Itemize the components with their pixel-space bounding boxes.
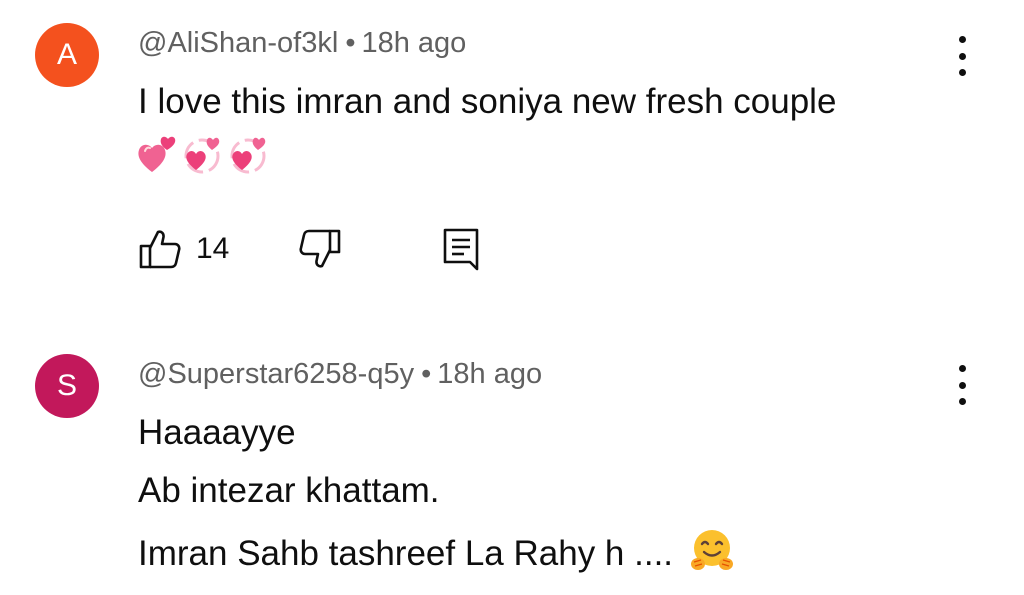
reply-button[interactable] [440, 224, 484, 274]
comment-item: S @Superstar6258-q5y • 18h ago Haaaayye Ab… [0, 335, 1024, 595]
comment-text-line: Ab intezar khattam. [138, 471, 440, 510]
revolving-hearts-emoji [230, 137, 266, 174]
avatar[interactable]: S [35, 354, 99, 418]
comment-author-handle[interactable]: @Superstar6258-q5y [138, 358, 414, 390]
two-hearts-emoji [138, 136, 176, 172]
like-button[interactable]: 14 [138, 224, 229, 274]
comment-menu-button[interactable] [952, 365, 972, 405]
thumbs-up-icon [139, 230, 181, 269]
comment-text-line: Haaaayye [138, 413, 296, 452]
comment-text-line: I love this imran and soniya new fresh c… [138, 82, 837, 121]
like-count: 14 [196, 232, 230, 265]
comment-meta: @AliShan-of3kl • 18h ago [138, 27, 466, 60]
avatar[interactable]: A [35, 23, 99, 87]
thumbs-down-icon [299, 229, 341, 268]
more-vertical-icon [958, 365, 966, 372]
comment-item: A @AliShan-of3kl • 18h ago I love this imr… [0, 0, 1024, 300]
comment-timestamp[interactable]: 18h ago [437, 358, 542, 390]
comment-timestamp[interactable]: 18h ago [361, 27, 466, 59]
dislike-button[interactable] [298, 224, 342, 274]
comment-text-content: Imran Sahb tashreef La Rahy h .... [138, 534, 674, 573]
comment-emoji-row [136, 134, 270, 180]
hugging-face-emoji [690, 530, 733, 570]
meta-separator: • [345, 27, 356, 59]
comment-text-line: Imran Sahb tashreef La Rahy h .... [138, 527, 735, 574]
comment-author-handle[interactable]: @AliShan-of3kl [138, 27, 338, 59]
more-vertical-icon [958, 36, 966, 43]
reply-comment-icon [443, 228, 479, 271]
comment-meta: @Superstar6258-q5y • 18h ago [138, 358, 542, 391]
revolving-hearts-emoji [184, 137, 220, 174]
meta-separator: • [421, 358, 432, 390]
comment-menu-button[interactable] [952, 36, 972, 76]
